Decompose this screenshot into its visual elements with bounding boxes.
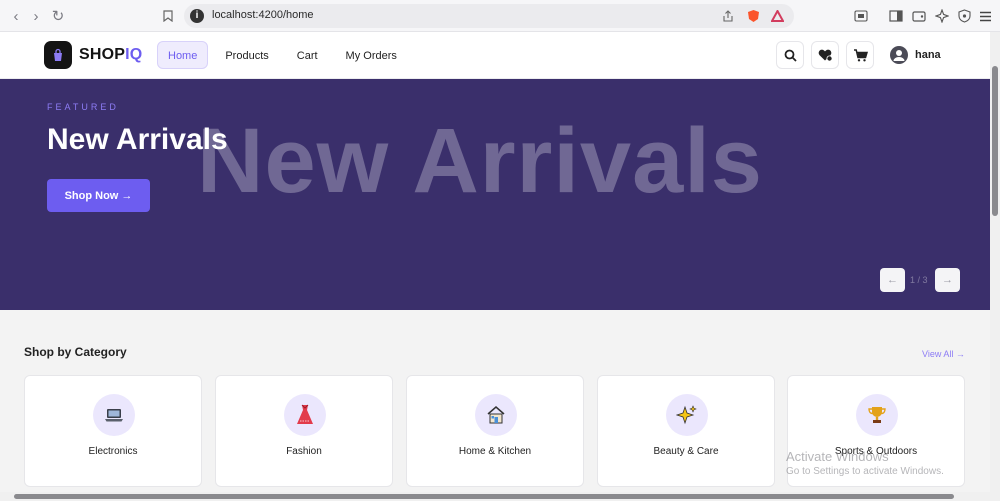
brand-accent: IQ [125,46,143,63]
wishlist-button[interactable] [811,41,839,69]
horizontal-scroll-thumb[interactable] [14,494,954,499]
dress-icon [284,394,326,436]
hero-title: New Arrivals [47,123,228,156]
laptop-icon [93,394,135,436]
category-label: Fashion [286,446,322,457]
forward-icon[interactable]: › [26,6,46,26]
nav-products[interactable]: Products [214,41,279,69]
nav-home[interactable]: Home [157,41,209,69]
hero-slide-counter: 1 / 3 [910,275,928,285]
hero-next-button[interactable]: → [935,268,960,292]
share-icon[interactable] [720,8,736,24]
view-all-link[interactable]: View All → [922,349,965,359]
hero-banner: New Arrivals FEATURED New Arrivals Shop … [0,79,990,310]
watermark-line-1: Activate Windows [786,449,889,464]
vpn-icon[interactable] [956,8,972,24]
wallet-icon[interactable] [911,8,927,24]
bookmark-icon[interactable] [158,6,178,26]
brand-main: SHOP [79,46,126,63]
hero-eyebrow: FEATURED [47,102,119,112]
category-card-electronics[interactable]: Electronics [24,375,202,487]
brave-rewards-icon[interactable] [769,8,785,24]
main-nav: Home Products Cart My Orders [157,41,408,69]
category-label: Beauty & Care [653,446,719,457]
browser-toolbar: ‹ › ↻ i localhost:4200/home [0,0,1000,32]
cart-button[interactable] [846,41,874,69]
site-info-icon[interactable]: i [190,9,204,23]
sidebar-icon[interactable] [888,8,904,24]
category-card-home-kitchen[interactable]: Home & Kitchen [406,375,584,487]
cart-icon [853,48,868,61]
brand-name[interactable]: SHOPIQ [79,46,142,64]
shop-now-button[interactable]: Shop Now → [47,179,150,212]
menu-icon[interactable] [977,8,993,24]
shop-logo-icon[interactable] [44,41,72,69]
heart-icon [818,49,832,62]
search-icon [784,49,797,62]
sparkles-icon [666,394,708,436]
brave-shield-icon[interactable] [745,8,761,24]
nav-cart[interactable]: Cart [286,41,329,69]
trophy-icon [856,394,898,436]
house-icon [475,394,517,436]
back-icon[interactable]: ‹ [6,6,26,26]
reader-icon[interactable] [853,8,869,24]
category-card-fashion[interactable]: Fashion [215,375,393,487]
address-url[interactable]: localhost:4200/home [212,9,314,21]
hero-watermark: New Arrivals [197,110,763,212]
horizontal-scrollbar[interactable] [0,492,990,501]
address-bar[interactable]: i localhost:4200/home [184,4,794,28]
category-section-title: Shop by Category [24,345,127,359]
reload-icon[interactable]: ↻ [48,6,68,26]
watermark-line-2: Go to Settings to activate Windows. [786,466,944,477]
hero-prev-button[interactable]: ← [880,268,905,292]
category-label: Home & Kitchen [458,446,532,457]
leo-ai-icon[interactable] [934,8,950,24]
vertical-scroll-thumb[interactable] [992,66,998,216]
search-button[interactable] [776,41,804,69]
user-avatar-icon[interactable] [890,46,908,64]
category-label: Electronics [88,446,138,457]
app-header: SHOPIQ Home Products Cart My Orders hana [0,32,990,79]
nav-my-orders[interactable]: My Orders [335,41,408,69]
vertical-scrollbar[interactable] [990,32,1000,501]
user-name[interactable]: hana [915,49,941,61]
windows-activation-watermark: Activate Windows Go to Settings to activ… [786,449,944,477]
category-card-beauty-care[interactable]: Beauty & Care [597,375,775,487]
